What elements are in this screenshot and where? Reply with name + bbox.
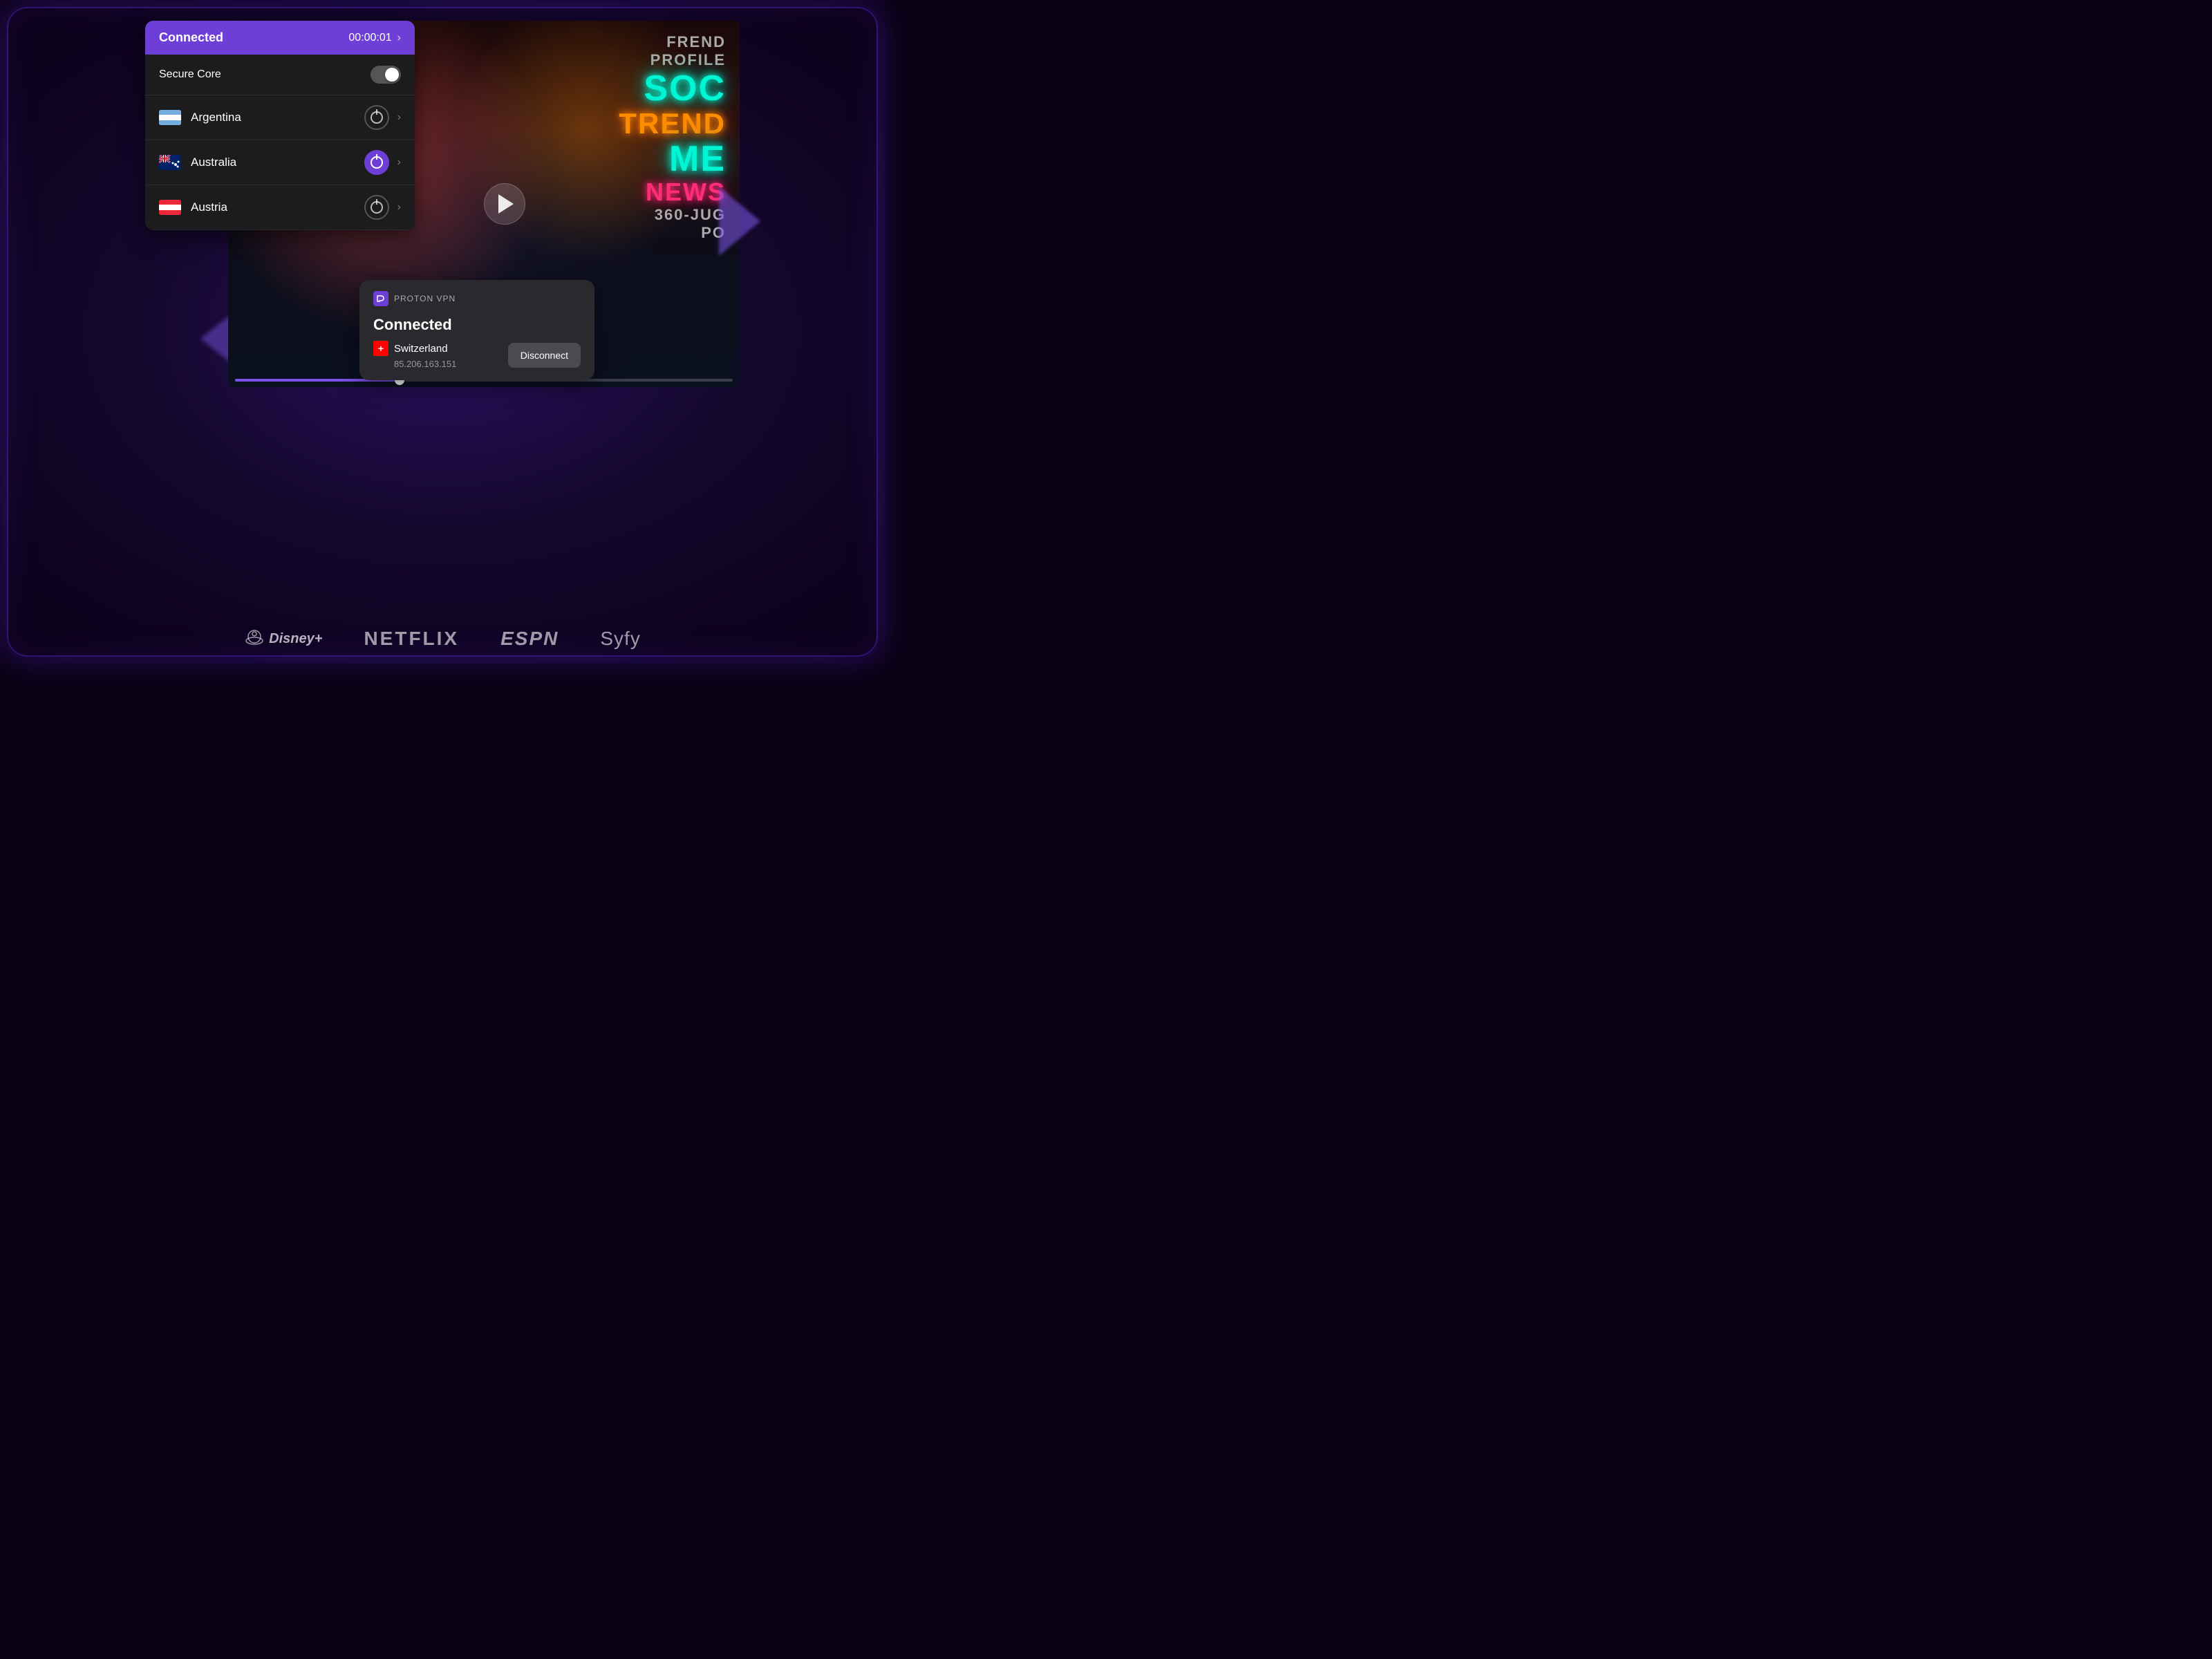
play-button[interactable] xyxy=(484,183,525,225)
vpn-status-label: Connected xyxy=(159,30,223,45)
power-button-argentina[interactable] xyxy=(364,105,389,130)
flag-austria xyxy=(159,200,181,215)
notif-flag-name: + Switzerland xyxy=(373,341,456,356)
country-row-australia[interactable]: Australia › xyxy=(145,140,415,185)
country-row-austria[interactable]: Austria › xyxy=(145,185,415,230)
neon-text-numbers: 360-JUG xyxy=(655,207,726,223)
notif-ip-address: 85.206.163.151 xyxy=(394,359,456,369)
proton-app-name: PROTON VPN xyxy=(394,294,456,303)
secure-core-label: Secure Core xyxy=(159,68,221,81)
flag-australia xyxy=(159,155,181,170)
country-row-argentina[interactable]: Argentina › xyxy=(145,95,415,140)
vpn-header-chevron-icon: › xyxy=(397,32,401,44)
chevron-icon-australia: › xyxy=(397,156,401,169)
chevron-icon-argentina: › xyxy=(397,111,401,124)
streaming-logos: Disney+ NETFLIX ESPN Syfy xyxy=(0,628,885,650)
netflix-logo: NETFLIX xyxy=(364,628,459,650)
power-icon-austria xyxy=(371,201,383,214)
main-container: FREND PROFILE SOC TREND ME NEWS 360-JUG … xyxy=(0,0,885,664)
disney-plus-logo: Disney+ xyxy=(244,628,322,649)
espn-logo: ESPN xyxy=(500,628,559,650)
chevron-icon-austria: › xyxy=(397,201,401,214)
syfy-logo: Syfy xyxy=(600,628,640,650)
screen-area: FREND PROFILE SOC TREND ME NEWS 360-JUG … xyxy=(145,21,740,422)
notification-panel: PROTON VPN Connected + Switzerland 85.20… xyxy=(359,280,594,380)
notif-country-info: + Switzerland 85.206.163.151 xyxy=(373,341,456,369)
notif-country-name: Switzerland xyxy=(394,343,448,355)
country-name-australia: Australia xyxy=(191,156,364,169)
neon-text-profile: PROFILE xyxy=(650,53,726,68)
neon-text-news: NEWS xyxy=(646,180,726,205)
neon-text-area: FREND PROFILE SOC TREND ME NEWS 360-JUG … xyxy=(619,35,726,241)
disconnect-button[interactable]: Disconnect xyxy=(508,343,581,368)
neon-text-frend: FREND xyxy=(666,35,726,50)
vpn-panel: Connected 00:00:01 › Secure Core Argenti… xyxy=(145,21,415,230)
flag-argentina xyxy=(159,110,181,125)
purple-arrow-right-decoration xyxy=(719,187,760,256)
vpn-header[interactable]: Connected 00:00:01 › xyxy=(145,21,415,55)
power-icon-argentina xyxy=(371,111,383,124)
neon-text-soc: SOC xyxy=(644,71,726,106)
notif-header: PROTON VPN xyxy=(373,291,581,306)
swiss-cross-icon: + xyxy=(378,344,384,353)
play-triangle-icon xyxy=(498,194,514,214)
power-icon-australia xyxy=(371,156,383,169)
proton-logo xyxy=(373,291,388,306)
secure-core-toggle[interactable] xyxy=(371,66,401,84)
notif-country-row: + Switzerland 85.206.163.151 Disconnect xyxy=(373,341,581,369)
power-button-austria[interactable] xyxy=(364,195,389,220)
flag-switzerland: + xyxy=(373,341,388,356)
notif-connected-label: Connected xyxy=(373,316,581,334)
neon-text-trend: TREND xyxy=(619,109,726,138)
country-name-austria: Austria xyxy=(191,200,364,214)
toggle-knob xyxy=(385,68,399,82)
secure-core-row[interactable]: Secure Core xyxy=(145,55,415,95)
vpn-timer: 00:00:01 xyxy=(348,32,391,44)
vpn-timer-area: 00:00:01 › xyxy=(348,32,401,44)
neon-text-me: ME xyxy=(669,141,726,177)
country-name-argentina: Argentina xyxy=(191,111,364,124)
power-button-australia[interactable] xyxy=(364,150,389,175)
